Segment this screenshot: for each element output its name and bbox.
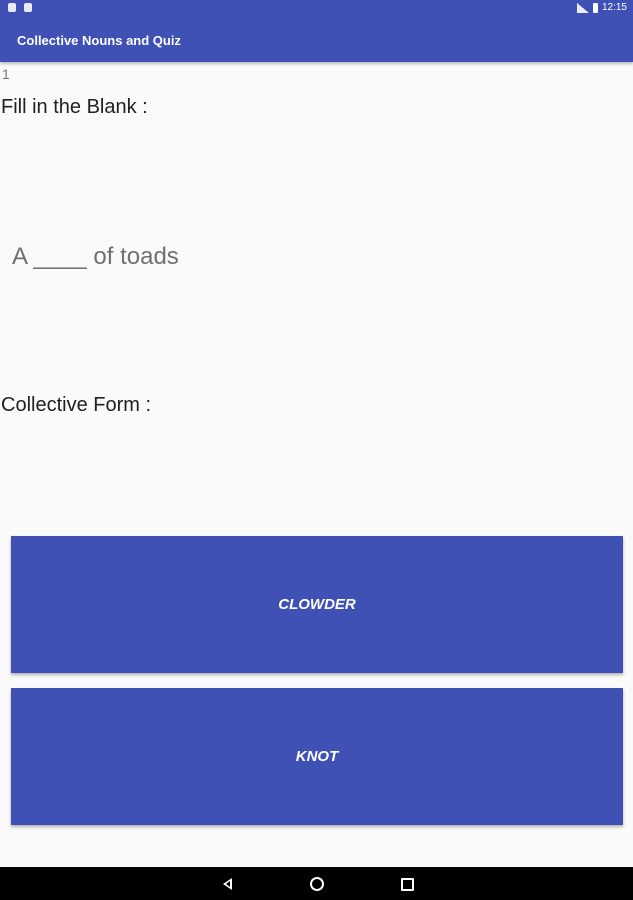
app-title: Collective Nouns and Quiz [17,33,181,48]
status-bar: 12:15 [0,0,633,18]
home-button[interactable] [308,875,326,893]
back-button[interactable] [218,875,236,893]
navigation-bar [0,867,633,900]
fill-in-blank-label: Fill in the Blank : [1,96,148,118]
status-left [8,3,32,12]
question-number: 1 [2,66,10,82]
notification-icon [8,3,16,12]
battery-icon [592,2,598,13]
back-icon [222,878,232,890]
signal-icon [576,2,589,13]
answer-button-knot[interactable]: KNOT [11,688,623,825]
app-bar: Collective Nouns and Quiz [0,18,633,62]
answer-button-clowder[interactable]: CLOWDER [11,536,623,673]
notification-icon [24,3,32,12]
recent-apps-icon [400,877,414,891]
status-time: 12:15 [601,2,627,13]
home-icon [310,877,324,891]
question-text: A ____ of toads [12,243,179,270]
screen: 12:15 Collective Nouns and Quiz 1 Fill i… [0,0,633,900]
recent-apps-button[interactable] [398,875,416,893]
collective-form-label: Collective Form : [1,394,152,416]
status-right: 12:15 [576,2,627,13]
